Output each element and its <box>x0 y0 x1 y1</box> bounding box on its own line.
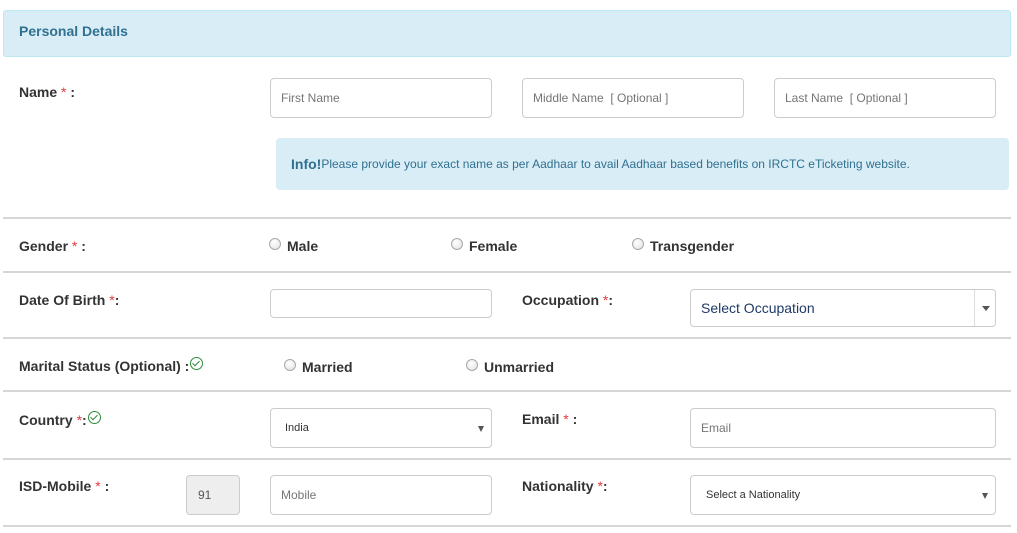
email-label: Email * : <box>522 411 578 427</box>
divider <box>3 271 1011 273</box>
chevron-down-icon[interactable] <box>982 306 990 311</box>
mobile-input[interactable] <box>270 475 492 515</box>
check-circle-icon <box>87 411 101 424</box>
divider <box>3 525 1011 527</box>
isd-code-field: 91 <box>186 475 240 515</box>
gender-radio-female[interactable]: Female <box>451 238 517 254</box>
first-name-input[interactable] <box>270 78 492 118</box>
country-select[interactable]: India <box>270 408 492 448</box>
radio-button[interactable] <box>632 238 644 250</box>
country-label: Country *: <box>19 411 101 428</box>
radio-button[interactable] <box>284 359 296 371</box>
panel-heading <box>3 10 1011 57</box>
gender-radio-male[interactable]: Male <box>269 238 318 254</box>
nationality-label: Nationality *: <box>522 478 608 494</box>
radio-button[interactable] <box>269 238 281 250</box>
radio-button[interactable] <box>466 359 478 371</box>
radio-button[interactable] <box>451 238 463 250</box>
middle-name-input[interactable] <box>522 78 744 118</box>
aadhaar-info-alert: Info! Please provide your exact name as p… <box>276 138 1009 190</box>
divider <box>3 390 1011 392</box>
occupation-select[interactable]: Select Occupation <box>690 289 996 327</box>
marital-status-label: Marital Status (Optional) : <box>19 357 204 374</box>
gender-radio-transgender[interactable]: Transgender <box>632 238 734 254</box>
chevron-down-icon[interactable] <box>478 426 484 432</box>
isd-mobile-label: ISD-Mobile * : <box>19 478 110 494</box>
info-text: Please provide your exact name as per Aa… <box>321 157 910 171</box>
dob-label: Date Of Birth *: <box>19 292 120 308</box>
select-divider <box>974 290 975 326</box>
chevron-down-icon[interactable] <box>982 493 988 499</box>
panel-title: Personal Details <box>19 23 128 39</box>
nationality-select[interactable]: Select a Nationality <box>690 475 996 515</box>
name-label: Name * : <box>19 84 76 100</box>
info-strong: Info! <box>291 156 322 172</box>
check-circle-icon <box>190 357 204 370</box>
dob-input[interactable] <box>270 289 492 318</box>
last-name-input[interactable] <box>774 78 996 118</box>
gender-label: Gender * : <box>19 238 86 254</box>
occupation-label: Occupation *: <box>522 292 614 308</box>
divider <box>3 217 1011 219</box>
divider <box>3 458 1011 460</box>
marital-radio-unmarried[interactable]: Unmarried <box>466 359 554 375</box>
marital-radio-married[interactable]: Married <box>284 359 353 375</box>
divider <box>3 337 1011 339</box>
email-input[interactable] <box>690 408 996 448</box>
